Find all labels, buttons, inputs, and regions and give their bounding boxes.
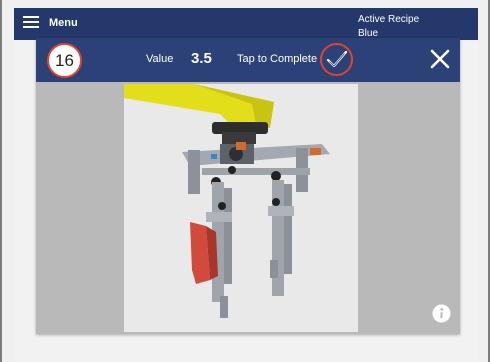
active-recipe-label: Active Recipe [358, 14, 420, 25]
step-number-badge: 16 [47, 43, 82, 78]
robot-arm-gripper-image [124, 84, 358, 332]
app-frame: Menu Active Recipe Blue 16 Value 3.5 Tap… [0, 0, 490, 362]
close-icon [430, 49, 450, 69]
complete-button[interactable] [320, 43, 353, 76]
close-button[interactable] [428, 46, 452, 72]
step-modal: 16 Value 3.5 Tap to Complete [36, 38, 460, 334]
robot-arm-illustration [124, 84, 330, 318]
top-bar: Menu Active Recipe Blue [14, 8, 478, 40]
modal-header: 16 Value 3.5 Tap to Complete [36, 38, 460, 82]
value-number: 3.5 [191, 50, 212, 67]
menu-label[interactable]: Menu [49, 17, 78, 29]
value-label: Value [146, 53, 174, 65]
tap-to-complete-label: Tap to Complete [237, 53, 318, 65]
info-glyph [432, 304, 451, 323]
checkmark-icon [326, 50, 348, 68]
info-icon[interactable] [432, 304, 451, 323]
hamburger-menu-icon[interactable] [23, 16, 39, 29]
